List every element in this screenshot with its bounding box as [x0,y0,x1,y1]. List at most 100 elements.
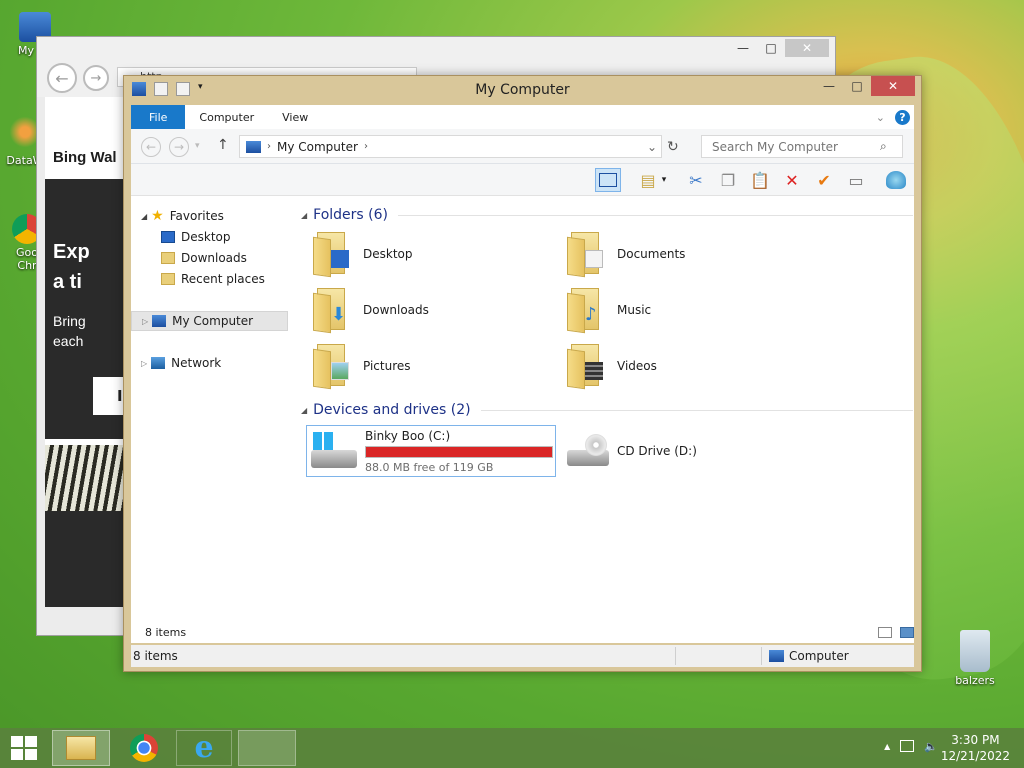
folder-icon [313,344,351,390]
tab-file[interactable]: File [131,105,186,129]
folder-music[interactable]: ♪ Music [563,284,813,336]
folder-videos[interactable]: Videos [563,340,813,392]
shell-icon[interactable] [883,168,909,192]
properties-dropdown-icon[interactable]: ▾ [657,168,671,192]
ribbon-right-controls: ⌄ ? [876,105,914,129]
forward-button[interactable]: → [169,137,189,157]
paste-icon[interactable]: 📋 [747,168,773,192]
network-icon [151,357,166,369]
breadcrumb-separator: › [267,141,271,152]
nav-item-downloads[interactable]: Downloads [131,248,291,268]
internet-explorer-icon: e [194,730,214,765]
folder-icon: ♪ [567,288,605,334]
folder-desktop[interactable]: Desktop [309,228,559,280]
cut-icon[interactable]: ✂ [683,168,709,192]
status-item-count: 8 items [133,649,178,663]
minimize-button[interactable]: — [729,39,757,57]
folder-icon: ⬇ [313,288,351,334]
navigation-pane: ◢ ★ Favorites Desktop Downloads Recent p… [131,196,291,643]
tab-view[interactable]: View [268,105,322,129]
nav-item-desktop[interactable]: Desktop [131,227,291,247]
large-icons-view-icon[interactable] [900,626,914,638]
windows-logo-icon [313,432,333,450]
tab-computer[interactable]: Computer [185,105,268,129]
check-icon[interactable]: ✔ [811,168,837,192]
close-button[interactable]: ✕ [871,76,915,96]
hero-body-line2: each [53,333,84,349]
search-box[interactable]: ⌕ [701,135,903,158]
search-icon[interactable]: ⌕ [880,139,887,154]
star-icon: ★ [151,208,164,224]
breadcrumb-my-computer[interactable]: My Computer [277,140,358,154]
expand-arrow-icon[interactable]: ◢ [141,212,147,221]
rename-icon[interactable]: ▭ [843,168,869,192]
maximize-button[interactable]: □ [757,39,785,57]
recent-places-icon [161,273,175,285]
minimize-button[interactable]: — [815,76,843,96]
show-hidden-icons[interactable]: ▲ [884,740,890,753]
computer-icon [769,650,784,662]
hard-drive-icon [311,432,359,470]
delete-icon[interactable]: ✕ [779,168,805,192]
folder-pictures[interactable]: Pictures [309,340,559,392]
taskbar: e ▲ 🔈 3:30 PM 12/21/2022 [0,728,1024,768]
clock[interactable]: 3:30 PM 12/21/2022 [941,732,1010,764]
folder-downloads[interactable]: ⬇ Downloads [309,284,559,336]
group-header-devices[interactable]: ◢ Devices and drives (2) [301,402,913,418]
drive-c[interactable]: Binky Boo (C:) 88.0 MB free of 119 GB [306,425,556,477]
desktop-icon-recycle-bin[interactable]: balzers [940,630,1010,687]
explorer-window[interactable]: ▾ My Computer — □ ✕ File Computer View ⌄… [123,75,922,672]
volume-icon[interactable]: 🔈 [924,740,938,753]
help-icon[interactable]: ? [895,109,910,125]
details-view-icon[interactable] [878,626,892,638]
explorer-titlebar[interactable]: ▾ My Computer — □ ✕ [124,76,921,104]
taskbar-chrome[interactable] [116,730,172,766]
collapse-arrow-icon[interactable]: ◢ [301,406,307,415]
hero-button[interactable]: I [93,377,125,415]
drive-name: Binky Boo (C:) [365,428,451,443]
copy-icon[interactable]: ❐ [715,168,741,192]
network-icon[interactable] [900,740,915,752]
address-row: ← → ▾ ↑ › My Computer › ⌄ ↻ ⌕ [131,129,914,164]
drive-d[interactable]: CD Drive (D:) [563,425,813,477]
nav-item-network[interactable]: ▷ Network [131,353,291,373]
nav-item-label: Downloads [181,251,247,265]
close-button[interactable]: ✕ [785,39,829,57]
status-divider [675,647,676,665]
collapse-arrow-icon[interactable]: ◢ [301,211,307,220]
taskbar-internet-explorer[interactable]: e [176,730,232,766]
downloads-icon [161,252,175,264]
start-button[interactable] [0,730,48,766]
back-icon[interactable]: ← [47,63,77,93]
cd-drive-icon [567,432,611,470]
group-header-folders[interactable]: ◢ Folders (6) [301,207,913,223]
folder-documents[interactable]: Documents [563,228,813,280]
maximize-button[interactable]: □ [843,76,871,96]
taskbar-file-explorer[interactable] [52,730,110,766]
nav-item-recent-places[interactable]: Recent places [131,269,291,289]
search-input[interactable] [710,138,880,155]
expand-ribbon-icon[interactable]: ⌄ [876,111,885,124]
expand-arrow-icon[interactable]: ▷ [141,359,147,368]
taskbar-window[interactable] [238,730,296,766]
folder-label: Documents [617,247,686,261]
nav-item-my-computer[interactable]: ▷ My Computer [131,311,288,331]
system-tray: ▲ 🔈 [884,740,938,753]
preview-pane-button[interactable] [595,168,621,192]
address-bar[interactable]: › My Computer › ⌄ [239,135,662,158]
status-location: Computer [789,649,849,663]
ribbon-tabs: File Computer View ⌄ ? [131,105,914,129]
nav-favorites[interactable]: ◢ ★ Favorites [131,206,291,226]
hero-body-line1: Bring [53,313,86,329]
clock-date: 12/21/2022 [940,749,1010,763]
up-button[interactable]: ↑ [217,137,229,153]
back-button[interactable]: ← [141,137,161,157]
nav-favorites-label: Favorites [169,209,224,223]
drive-free-space: 88.0 MB free of 119 GB [365,460,494,474]
drive-usage-bar [365,445,553,458]
address-dropdown-icon[interactable]: ⌄ [647,140,657,154]
refresh-button[interactable]: ↻ [667,139,679,155]
forward-icon[interactable]: → [83,65,109,91]
recent-locations-icon[interactable]: ▾ [195,141,200,151]
expand-arrow-icon[interactable]: ▷ [142,317,148,326]
